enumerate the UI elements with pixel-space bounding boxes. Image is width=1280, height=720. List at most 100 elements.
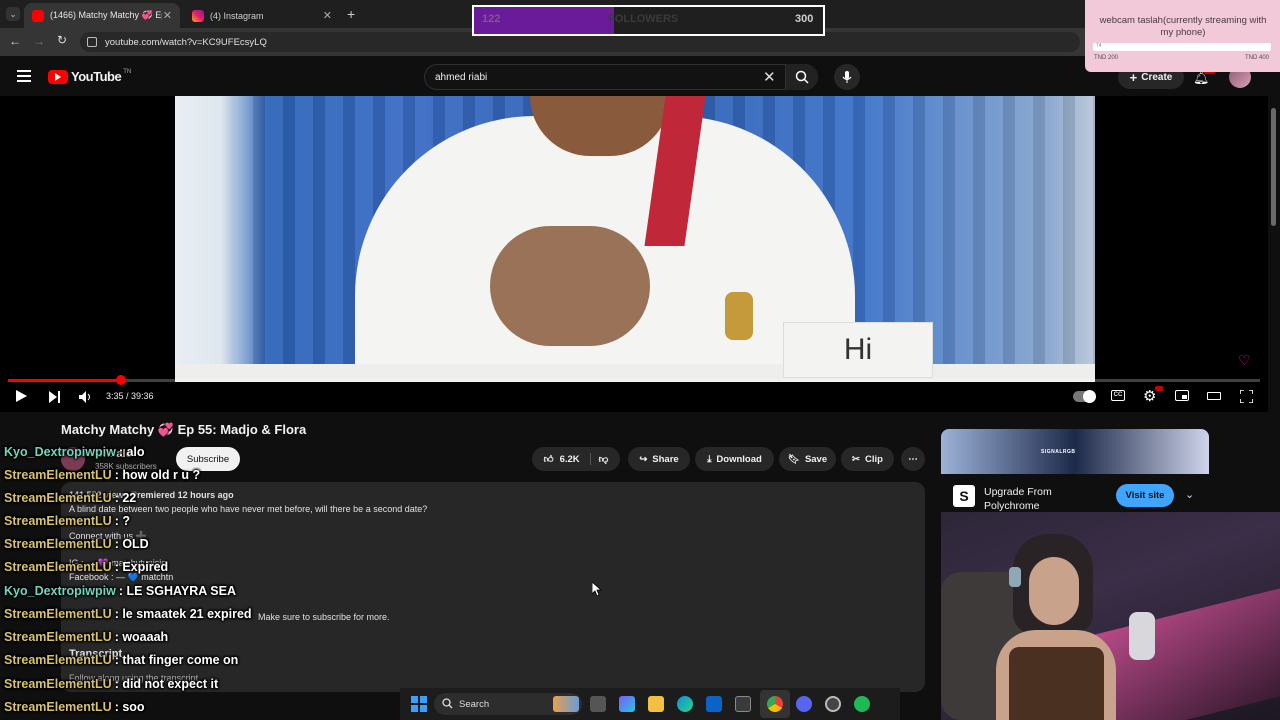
file-explorer-icon[interactable] [648, 696, 664, 712]
branding-watermark-icon: ♡ [1238, 352, 1251, 368]
clip-button[interactable]: ✂ Clip [841, 447, 894, 471]
chat-message: StreamElementLU: that finger come on [4, 653, 238, 667]
chat-text: : le smaatek 21 expired [114, 607, 252, 621]
chat-text: : alo [118, 445, 145, 459]
clip-label: Clip [865, 453, 883, 465]
logo-text: YouTube [71, 69, 122, 84]
description-line: A blind date between two people who have… [69, 504, 428, 514]
back-icon[interactable]: ← [9, 34, 21, 48]
discord-icon[interactable] [796, 696, 812, 712]
search-input[interactable]: ahmed riabi [424, 64, 818, 90]
chat-message: StreamElementLU: how old r u ? [4, 468, 200, 482]
followers-current: 122 [482, 13, 501, 25]
youtube-logo[interactable]: YouTube TN [48, 69, 131, 84]
like-dislike-group: 👍︎ 6.2K 👎︎ [532, 447, 620, 471]
close-tab-icon[interactable]: ✕ [323, 9, 332, 22]
chrome-icon[interactable] [767, 696, 783, 712]
person-hands [490, 226, 650, 346]
time-display: 3:35 / 39:36 [106, 391, 154, 401]
chevron-down-icon[interactable]: ⌄ [1185, 488, 1194, 501]
chat-text: : 22 [114, 491, 137, 505]
spotify-icon[interactable] [854, 696, 870, 712]
chat-message: StreamElementLU: did not expect it [4, 677, 218, 691]
chat-username: Kyo_Dextropiwpiw [4, 584, 116, 598]
followers-label: FOLLOWERS [608, 13, 679, 25]
thumbs-down-icon[interactable]: 👎︎ [589, 453, 608, 465]
site-info-icon[interactable] [87, 37, 97, 47]
goal-min-label: TND 200 [1094, 55, 1119, 61]
taskbar-search-label: Search [459, 698, 490, 710]
autoplay-toggle[interactable] [1073, 390, 1096, 403]
desk-light [1091, 588, 1280, 720]
progress-bar[interactable] [8, 379, 1260, 382]
clear-search-icon[interactable]: ✕ [763, 68, 776, 86]
chat-message: StreamElementLU: OLD [4, 537, 149, 551]
chat-message: StreamElementLU: Expired [4, 560, 168, 574]
more-icon: ⋯ [908, 453, 918, 465]
visit-site-button[interactable]: Visit site [1116, 484, 1174, 507]
tab-label: (4) Instagram [210, 10, 264, 21]
chat-message: StreamElementLU: woaaah [4, 630, 168, 644]
goal-text: webcam taslah(currently streaming with m… [1099, 15, 1267, 38]
url-text: youtube.com/watch?v=KC9UFEcsyLQ [105, 36, 267, 48]
play-icon[interactable] [16, 390, 27, 402]
volume-icon[interactable] [78, 391, 92, 403]
progress-scrubber[interactable] [115, 375, 126, 385]
tab-search-button[interactable]: ⌄ [6, 7, 20, 21]
chat-text: : Expired [114, 560, 169, 574]
close-tab-icon[interactable]: ✕ [163, 9, 172, 22]
chat-username: Kyo_Dextropiwpiw [4, 445, 116, 459]
chat-username: StreamElementLU [4, 468, 112, 482]
page-scrollbar[interactable] [1271, 108, 1276, 226]
save-button[interactable]: 🔖︎ Save [779, 447, 836, 471]
save-label: Save [804, 453, 828, 465]
chat-username: StreamElementLU [4, 700, 112, 714]
chat-text: : ? [114, 514, 130, 528]
forward-icon[interactable]: → [33, 34, 45, 48]
store-icon[interactable] [735, 696, 751, 712]
taskbar-widget-icon[interactable] [553, 696, 579, 712]
thumbs-up-icon[interactable]: 👍︎ [544, 453, 554, 465]
tab-instagram[interactable]: (4) Instagram ✕ [184, 3, 340, 28]
instagram-favicon-icon [192, 9, 204, 22]
next-icon[interactable] [48, 391, 62, 403]
windows-start-icon[interactable] [411, 696, 427, 712]
menu-icon[interactable] [17, 70, 31, 82]
chat-text: : woaaah [114, 630, 169, 644]
chat-username: StreamElementLU [4, 677, 112, 691]
ad-banner[interactable]: SIGNALRGB [941, 429, 1209, 474]
chat-text: : that finger come on [114, 653, 239, 667]
chat-text: : OLD [114, 537, 149, 551]
edge-icon[interactable] [677, 696, 693, 712]
chat-text: : did not expect it [114, 677, 219, 691]
gold-watch [725, 292, 753, 340]
search-button[interactable] [785, 64, 818, 90]
outlook-icon[interactable] [706, 696, 722, 712]
chat-message: Kyo_Dextropiwpiw: LE SGHAYRA SEA [4, 584, 236, 598]
subscribe-label: Subscribe [186, 453, 230, 465]
scissors-icon: ✂ [852, 453, 860, 465]
miniplayer-icon[interactable] [1175, 390, 1189, 401]
task-view-icon[interactable] [590, 696, 606, 712]
chat-text: : how old r u ? [114, 468, 201, 482]
copilot-icon[interactable] [619, 696, 635, 712]
download-button[interactable]: ⤓ Download [695, 447, 774, 471]
new-tab-button[interactable]: + [347, 6, 355, 22]
video-frame[interactable]: Hi [175, 96, 1095, 382]
like-count[interactable]: 6.2K [560, 454, 580, 465]
theater-mode-icon[interactable] [1207, 392, 1221, 400]
more-actions-button[interactable]: ⋯ [901, 447, 925, 471]
obs-icon[interactable] [825, 696, 841, 712]
tab-youtube[interactable]: (1466) Matchy Matchy 💞 Ep 5 ✕ [24, 3, 180, 28]
chat-username: StreamElementLU [4, 630, 112, 644]
streamer-face [1029, 557, 1079, 625]
followers-goal: 300 [795, 13, 814, 25]
chat-text: : LE SGHAYRA SEA [118, 584, 236, 598]
captions-icon[interactable]: CC [1111, 390, 1125, 401]
voice-search-button[interactable] [834, 64, 860, 90]
reload-icon[interactable]: ↻ [57, 33, 67, 47]
fullscreen-icon[interactable] [1240, 390, 1253, 403]
mouse-cursor-icon [592, 582, 602, 596]
goal-progress-bar: 74 [1093, 43, 1271, 51]
share-button[interactable]: ↪ Share [628, 447, 690, 471]
